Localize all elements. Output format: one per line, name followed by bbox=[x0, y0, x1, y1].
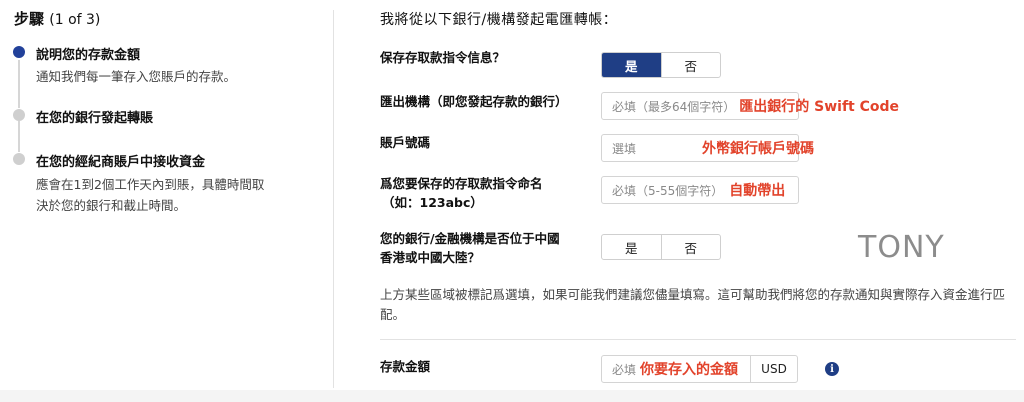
steps-heading: 步驟 bbox=[14, 10, 45, 28]
page-bottom-edge bbox=[0, 390, 1024, 402]
step-indicator bbox=[13, 153, 25, 165]
step-connector bbox=[18, 60, 20, 108]
instruction-name-annotation: 自動帶出 bbox=[729, 183, 786, 199]
steps-title: 步驟 (1 of 3) bbox=[14, 8, 100, 29]
greater-china-label-line1: 您的銀行/金融機構是否位于中國 bbox=[380, 231, 560, 246]
step-2-title: 在您的銀行發起轉賬 bbox=[36, 111, 154, 126]
sending-institution-input[interactable]: 必填（最多64個字符） 匯出銀行的 Swift Code bbox=[601, 92, 899, 120]
section-divider bbox=[380, 339, 1016, 340]
save-instructions-toggle: 是 否 bbox=[601, 52, 721, 78]
panel-divider bbox=[333, 10, 334, 388]
greater-china-no[interactable]: 否 bbox=[660, 235, 721, 259]
greater-china-label-line2: 香港或中國大陸？ bbox=[380, 250, 481, 265]
greater-china-toggle: 是 否 bbox=[601, 234, 721, 260]
instruction-name-placeholder: 必填（5-55個字符） bbox=[612, 183, 724, 198]
account-number-input[interactable]: 選填 外幣銀行帳戶號碼 bbox=[601, 134, 814, 162]
greater-china-yes[interactable]: 是 bbox=[602, 235, 661, 259]
step-indicator-active bbox=[13, 46, 25, 58]
account-number-label: 賬戶號碼 bbox=[380, 135, 431, 150]
step-3-desc: 應會在1到2個工作天內到賬，具體時間取決於您的銀行和截止時間。 bbox=[36, 177, 265, 213]
optional-fields-notice: 上方某些區域被標記爲選填，如果可能我們建議您儘量填寫。這可幫助我們將您的存款通知… bbox=[380, 287, 1006, 322]
deposit-amount-annotation: 你要存入的金額 bbox=[640, 362, 739, 378]
currency-selector[interactable]: USD bbox=[750, 355, 798, 383]
step-3-title: 在您的經紀商賬戶中接收資金 bbox=[36, 155, 206, 170]
sending-institution-placeholder: 必填（最多64個字符） bbox=[612, 99, 736, 114]
save-instructions-yes[interactable]: 是 bbox=[602, 53, 661, 77]
form-header: 我將從以下銀行/機構發起電匯轉帳： bbox=[380, 12, 618, 28]
instruction-name-label-line1: 爲您要保存的存取款指令命名 bbox=[380, 176, 543, 191]
save-instructions-label: 保存存取款指令信息？ bbox=[380, 50, 506, 65]
greater-china-label: 您的銀行/金融機構是否位于中國 香港或中國大陸？ bbox=[380, 229, 560, 267]
steps-progress: (1 of 3) bbox=[49, 12, 101, 28]
account-number-annotation: 外幣銀行帳戶號碼 bbox=[702, 141, 815, 157]
step-indicator bbox=[13, 109, 25, 121]
step-connector bbox=[18, 121, 20, 152]
info-icon[interactable]: i bbox=[825, 362, 839, 376]
sending-institution-label: 匯出機構（即您發起存款的銀行） bbox=[380, 94, 568, 109]
account-number-placeholder: 選填 bbox=[612, 141, 637, 156]
step-1-title: 說明您的存款金額 bbox=[36, 48, 141, 63]
deposit-amount-input[interactable]: 必填 你要存入的金額 bbox=[601, 355, 751, 383]
watermark-text: TONY bbox=[858, 230, 945, 265]
deposit-amount-placeholder: 必填 bbox=[612, 362, 637, 377]
deposit-amount-label: 存款金額 bbox=[380, 359, 431, 374]
instruction-name-input[interactable]: 必填（5-55個字符） 自動帶出 bbox=[601, 176, 799, 204]
step-1-desc: 通知我們每一筆存入您賬戶的存款。 bbox=[36, 69, 237, 84]
instruction-name-label-line2: （如：123abc） bbox=[382, 195, 483, 210]
instruction-name-label: 爲您要保存的存取款指令命名 （如：123abc） bbox=[380, 174, 543, 212]
save-instructions-no[interactable]: 否 bbox=[660, 53, 721, 77]
sending-institution-annotation: 匯出銀行的 Swift Code bbox=[739, 99, 900, 115]
